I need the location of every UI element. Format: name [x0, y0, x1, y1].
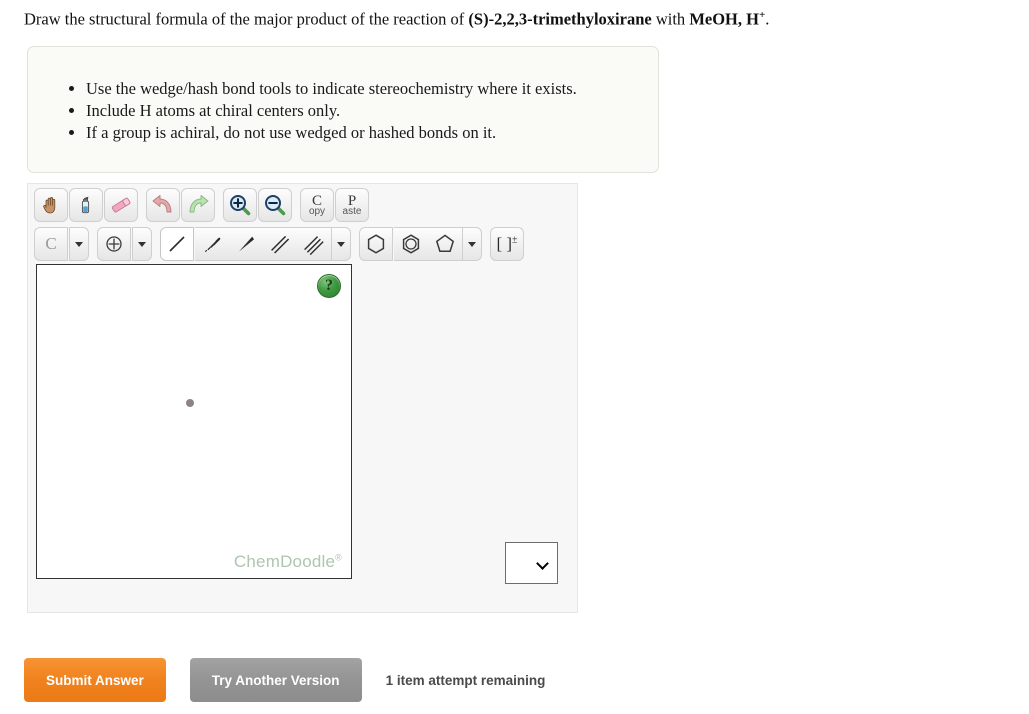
aromatic-ring-tool[interactable] [394, 227, 428, 261]
bracket-charge-tool[interactable]: [ ]± [490, 227, 524, 261]
single-bond-icon [165, 232, 189, 256]
triple-bond-tool[interactable] [297, 227, 331, 261]
question-period: . [765, 9, 770, 29]
benzene-ring-tool[interactable] [359, 227, 393, 261]
atom-label-tool[interactable]: C [34, 227, 68, 261]
hand-icon [40, 194, 62, 216]
toolbar-group-charge [97, 227, 153, 261]
redo-arrow-icon [186, 194, 210, 216]
hashed-bond-tool[interactable] [195, 227, 229, 261]
registered-mark-icon: ® [335, 552, 342, 563]
chevron-down-icon [138, 241, 146, 247]
triple-bond-icon [302, 232, 326, 256]
instructions-card: Use the wedge/hash bond tools to indicat… [27, 46, 659, 173]
pentagon-icon [433, 232, 457, 256]
single-bond-tool[interactable] [160, 227, 194, 261]
toolbar-group-bracket: [ ]± [490, 227, 525, 261]
help-button[interactable]: ? [317, 274, 341, 298]
chevron-down-icon [538, 558, 549, 569]
spray-bottle-icon [75, 194, 97, 216]
eraser-tool[interactable] [104, 188, 138, 222]
charge-tool-dropdown[interactable] [132, 227, 152, 261]
hexagon-icon [364, 232, 388, 256]
zoom-out-tool[interactable] [258, 188, 292, 222]
instruction-item: If a group is achiral, do not use wedged… [86, 122, 658, 144]
undo-arrow-icon [151, 194, 175, 216]
instructions-list: Use the wedge/hash bond tools to indicat… [28, 47, 658, 144]
sketcher-toolbar-row-2: C []± [34, 227, 532, 261]
chemdoodle-watermark: ChemDoodle® [234, 552, 342, 572]
bracket-tool-label: [ ]± [496, 234, 517, 254]
submit-answer-button[interactable]: Submit Answer [24, 658, 166, 702]
attempts-remaining-text: 1 item attempt remaining [385, 672, 546, 688]
wedge-bond-tool[interactable] [229, 227, 263, 261]
hashed-bond-icon [200, 232, 224, 256]
magnifier-plus-icon [228, 193, 252, 217]
clear-canvas-tool[interactable] [69, 188, 103, 222]
toolbar-group-zoom [223, 188, 293, 222]
answer-select-dropdown[interactable] [505, 542, 558, 584]
toolbar-group-history [146, 188, 216, 222]
charge-tool[interactable] [97, 227, 131, 261]
double-bond-tool[interactable] [263, 227, 297, 261]
toolbar-group-bonds [160, 227, 352, 261]
cyclopentane-ring-tool[interactable] [428, 227, 462, 261]
bracket-tool-charge: ± [512, 234, 518, 246]
carbon-atom[interactable] [186, 399, 194, 407]
paste-button[interactable]: P aste [335, 188, 369, 222]
chevron-down-icon [75, 241, 83, 247]
question-lead-text: Draw the structural formula of the major… [24, 9, 469, 29]
try-another-version-button[interactable]: Try Another Version [189, 658, 362, 702]
question-reagent: (S)-2,2,3-trimethyloxirane [468, 9, 652, 29]
sketcher-toolbar-row-1: C opy P aste [34, 188, 377, 222]
toolbar-group-rings [359, 227, 483, 261]
question-mid-text: with [651, 9, 690, 29]
paste-button-label: aste [342, 205, 362, 217]
atom-label-dropdown[interactable] [69, 227, 89, 261]
bond-tool-dropdown[interactable] [331, 227, 351, 261]
molecule-drawing-canvas[interactable]: ? ChemDoodle® [36, 264, 352, 579]
toolbar-group-edit [34, 188, 139, 222]
question-prompt: Draw the structural formula of the major… [24, 4, 769, 31]
toolbar-group-clipboard: C opy P aste [300, 188, 370, 222]
wedge-bond-icon [234, 232, 258, 256]
atom-label-text: C [45, 234, 57, 253]
footer-actions: Submit Answer Try Another Version 1 item… [24, 658, 545, 702]
watermark-text: ChemDoodle [233, 552, 336, 571]
double-bond-icon [268, 232, 292, 256]
hexagon-circle-icon [399, 232, 423, 256]
pan-hand-tool[interactable] [34, 188, 68, 222]
copy-button-label: opy [308, 205, 326, 217]
eraser-icon [109, 193, 133, 217]
chevron-down-icon [337, 241, 345, 247]
toolbar-group-atom: C [34, 227, 90, 261]
magnifier-minus-icon [263, 193, 287, 217]
circled-plus-icon [104, 234, 124, 254]
redo-tool[interactable] [181, 188, 215, 222]
chemdoodle-sketcher-panel: C opy P aste C []± ? ChemDoodle® [27, 183, 578, 613]
instruction-item: Include H atoms at chiral centers only. [86, 100, 658, 122]
ring-tool-dropdown[interactable] [462, 227, 482, 261]
instruction-item: Use the wedge/hash bond tools to indicat… [86, 78, 658, 100]
zoom-in-tool[interactable] [223, 188, 257, 222]
undo-tool[interactable] [146, 188, 180, 222]
chevron-down-icon [468, 241, 476, 247]
copy-button[interactable]: C opy [300, 188, 334, 222]
bracket-tool-brackets: [ ] [496, 234, 513, 253]
question-conditions: MeOH, H [689, 9, 759, 29]
